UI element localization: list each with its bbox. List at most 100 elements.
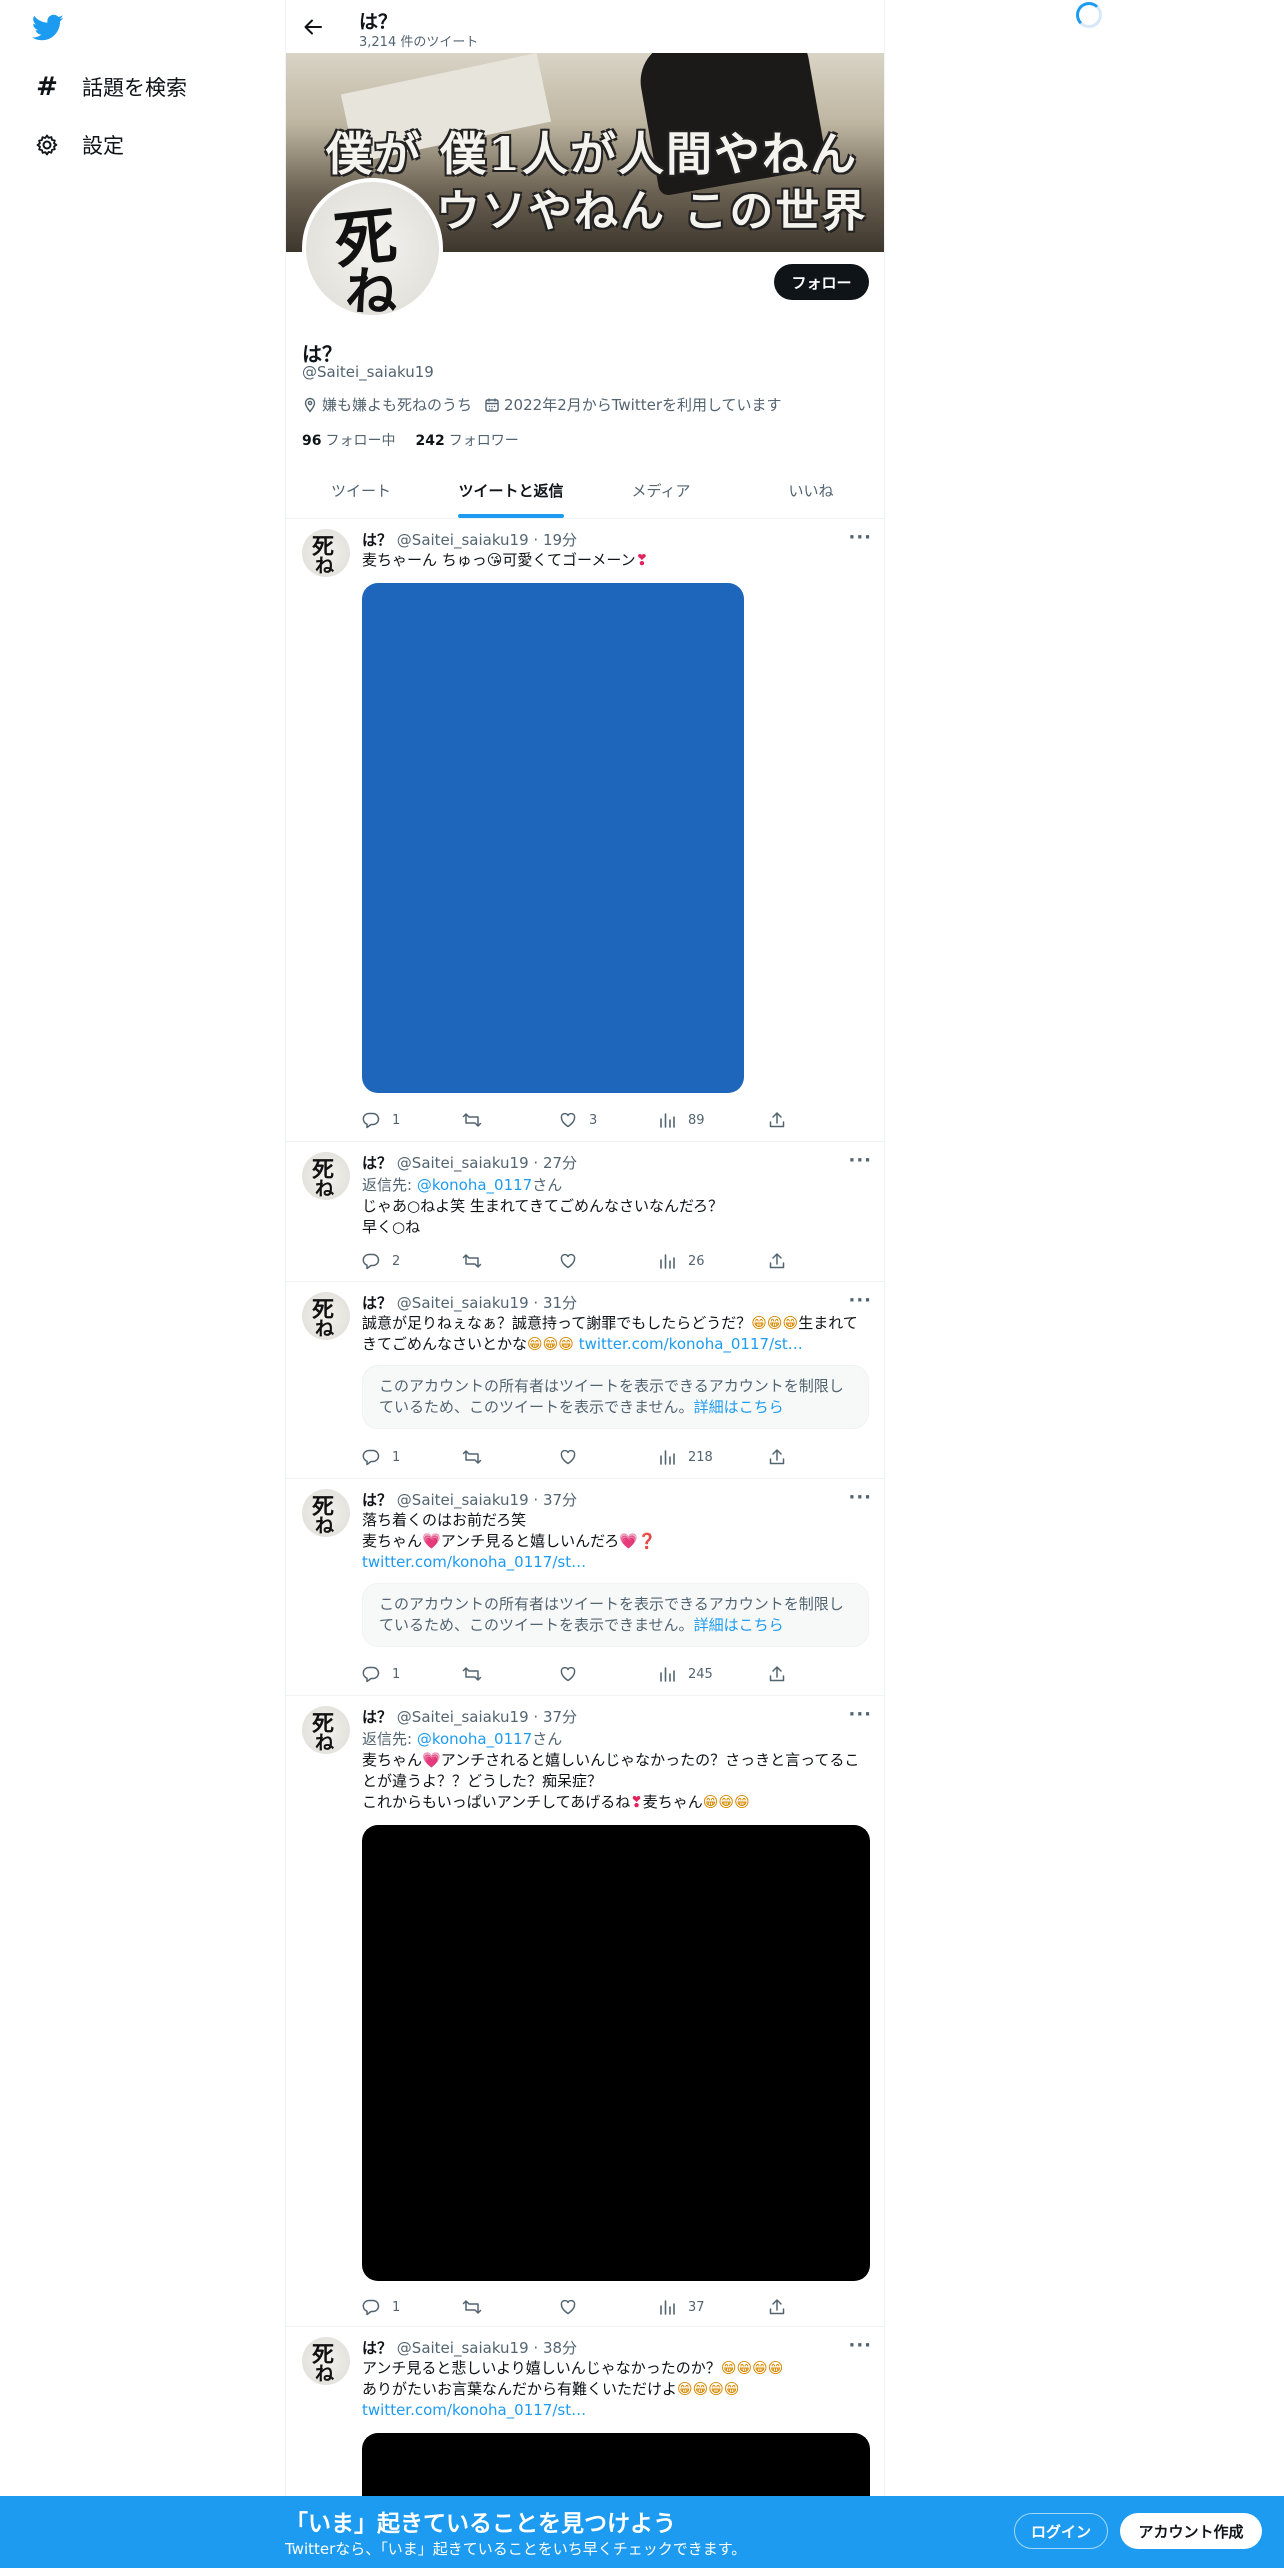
reply-button[interactable]: 1 [362, 2298, 400, 2316]
tweet-meta[interactable]: @Saitei_saiaku19 · 19分 [397, 531, 577, 549]
avatar-char2: ね [315, 1732, 335, 1754]
avatar-char2: ね [315, 2363, 335, 2385]
tweet-meta[interactable]: @Saitei_saiaku19 · 37分 [397, 1491, 577, 1509]
signup-banner-title: 「いま」起きていることを見つけよう [285, 2511, 676, 2537]
back-button[interactable] [298, 12, 328, 42]
reply-button[interactable]: 1 [362, 1111, 400, 1129]
learn-more-link[interactable]: 詳細はこちら [694, 1616, 784, 1634]
retweet-button[interactable] [462, 2298, 494, 2316]
reply-button[interactable]: 1 [362, 1448, 400, 1466]
following-count: 96 [302, 433, 322, 449]
restricted-tweet-notice: このアカウントの所有者はツイートを表示できるアカウントを制限しているため、このツ… [362, 1583, 869, 1647]
tweet-count: 3,214 件のツイート [359, 35, 479, 50]
tweet[interactable]: 死ね は？ @Saitei_saiaku19 · 37分 ··· 落ち着くのはお… [286, 1479, 884, 1696]
tweet-avatar[interactable]: 死ね [302, 1152, 350, 1200]
more-options-icon[interactable]: ··· [848, 1150, 872, 1171]
reply-to-link[interactable]: @konoha_0117 [417, 1176, 532, 1194]
tweet-avatar[interactable]: 死ね [302, 2337, 350, 2385]
more-options-icon[interactable]: ··· [848, 527, 872, 548]
like-button[interactable] [559, 1252, 589, 1270]
more-options-icon[interactable]: ··· [848, 1290, 872, 1311]
more-options-icon[interactable]: ··· [848, 1487, 872, 1508]
retweet-icon [462, 2300, 482, 2314]
emoji: 💗 [422, 1751, 441, 1769]
share-button[interactable] [768, 1665, 798, 1683]
views-button[interactable]: 245 [658, 1665, 713, 1683]
tweet-header: は？ @Saitei_saiaku19 · 31分 [362, 1292, 872, 1312]
share-button[interactable] [768, 2298, 798, 2316]
tweet-text-part: 誠意が足りねぇなぁ？誠意持って謝罪でもしたらどうだ？ [362, 1314, 752, 1332]
nav-explore[interactable]: # 話題を検索 [34, 67, 187, 107]
followers-link[interactable]: 242 フォロワー [415, 430, 518, 450]
tweet-text-part: ありがたいお言葉なんだから有難くいただけよ [362, 2380, 678, 2398]
more-options-icon[interactable]: ··· [848, 1704, 872, 1725]
reply-button[interactable]: 2 [362, 1252, 400, 1270]
twitter-logo-icon[interactable] [31, 14, 64, 42]
tweet-meta[interactable]: @Saitei_saiaku19 · 27分 [397, 1154, 577, 1172]
tweet-media-image[interactable] [362, 583, 744, 1093]
reply-count: 2 [392, 1253, 401, 1269]
like-button[interactable] [559, 1665, 589, 1683]
views-button[interactable]: 89 [658, 1111, 705, 1129]
tweet-author-name[interactable]: は？ [362, 1154, 392, 1172]
emoji: 😁😁😁 [751, 1314, 799, 1332]
tweet-avatar[interactable]: 死ね [302, 529, 350, 577]
tweet-actions: 1 245 [362, 1663, 802, 1685]
tweet-avatar[interactable]: 死ね [302, 1706, 350, 1754]
nav-settings[interactable]: 設定 [34, 125, 124, 165]
tweet-actions: 1 37 [362, 2296, 802, 2318]
tweet[interactable]: 死ね は？ @Saitei_saiaku19 · 37分 ··· 返信先: @k… [286, 1696, 884, 2327]
tweet-author-name[interactable]: は？ [362, 531, 392, 549]
share-button[interactable] [768, 1252, 798, 1270]
tweet-meta[interactable]: @Saitei_saiaku19 · 31分 [397, 1294, 577, 1312]
tweet-author-name[interactable]: は？ [362, 1491, 392, 1509]
login-button[interactable]: ログイン [1014, 2513, 1108, 2549]
tab-media[interactable]: メディア [586, 463, 736, 518]
tweet-avatar[interactable]: 死ね [302, 1292, 350, 1340]
learn-more-link[interactable]: 詳細はこちら [694, 1398, 784, 1416]
create-account-button[interactable]: アカウント作成 [1120, 2513, 1262, 2549]
tweet-link[interactable]: twitter.com/konoha_0117/st… [362, 1552, 872, 1573]
tweet-author-name[interactable]: は？ [362, 1708, 392, 1726]
tweet[interactable]: 死ね は？ @Saitei_saiaku19 · 31分 ··· 誠意が足りねぇ… [286, 1282, 884, 1479]
retweet-button[interactable] [462, 1252, 494, 1270]
retweet-button[interactable] [462, 1665, 494, 1683]
tweet-author-name[interactable]: は？ [362, 2339, 392, 2357]
tweet-media-video[interactable] [362, 1825, 870, 2281]
views-button[interactable]: 26 [658, 1252, 705, 1270]
like-button[interactable] [559, 1448, 589, 1466]
tab-likes[interactable]: いいね [736, 463, 884, 518]
tweet-meta[interactable]: @Saitei_saiaku19 · 37分 [397, 1708, 577, 1726]
like-button[interactable]: 3 [559, 1111, 597, 1129]
reply-context: 返信先: @konoha_0117さん [362, 1174, 872, 1195]
views-button[interactable]: 37 [658, 2298, 705, 2316]
share-button[interactable] [768, 1111, 798, 1129]
reply-suffix: さん [532, 1176, 563, 1194]
tweet-link[interactable]: twitter.com/konoha_0117/st… [579, 1335, 803, 1353]
like-button[interactable] [559, 2298, 589, 2316]
arrow-left-icon [304, 19, 322, 35]
tweet-link[interactable]: twitter.com/konoha_0117/st… [362, 2400, 872, 2421]
profile-avatar[interactable]: 死 ね [302, 178, 443, 319]
follow-button[interactable]: フォロー [774, 264, 869, 300]
tab-tweets-and-replies[interactable]: ツイートと返信 [436, 463, 586, 518]
tweet-author-name[interactable]: は？ [362, 1294, 392, 1312]
retweet-button[interactable] [462, 1448, 494, 1466]
heart-icon [560, 1253, 576, 1269]
tweet[interactable]: 死ね は？ @Saitei_saiaku19 · 19分 ··· 麦ちゃーん ち… [286, 519, 884, 1142]
reply-to-link[interactable]: @konoha_0117 [417, 1730, 532, 1748]
followers-label: フォロワー [448, 433, 519, 449]
views-button[interactable]: 218 [658, 1448, 713, 1466]
reply-button[interactable]: 1 [362, 1665, 400, 1683]
retweet-button[interactable] [462, 1111, 494, 1129]
more-options-icon[interactable]: ··· [848, 2335, 872, 2356]
following-link[interactable]: 96 フォロー中 [302, 430, 395, 450]
tab-tweets[interactable]: ツイート [286, 463, 436, 518]
tweet-meta[interactable]: @Saitei_saiaku19 · 38分 [397, 2339, 577, 2357]
tweet[interactable]: 死ね は？ @Saitei_saiaku19 · 27分 ··· 返信先: @k… [286, 1142, 884, 1282]
tweet-body: は？ @Saitei_saiaku19 · 31分 ··· 誠意が足りねぇなぁ？… [362, 1290, 872, 1429]
heart-icon [560, 1666, 576, 1682]
share-icon [769, 1253, 785, 1269]
tweet-avatar[interactable]: 死ね [302, 1489, 350, 1537]
share-button[interactable] [768, 1448, 798, 1466]
